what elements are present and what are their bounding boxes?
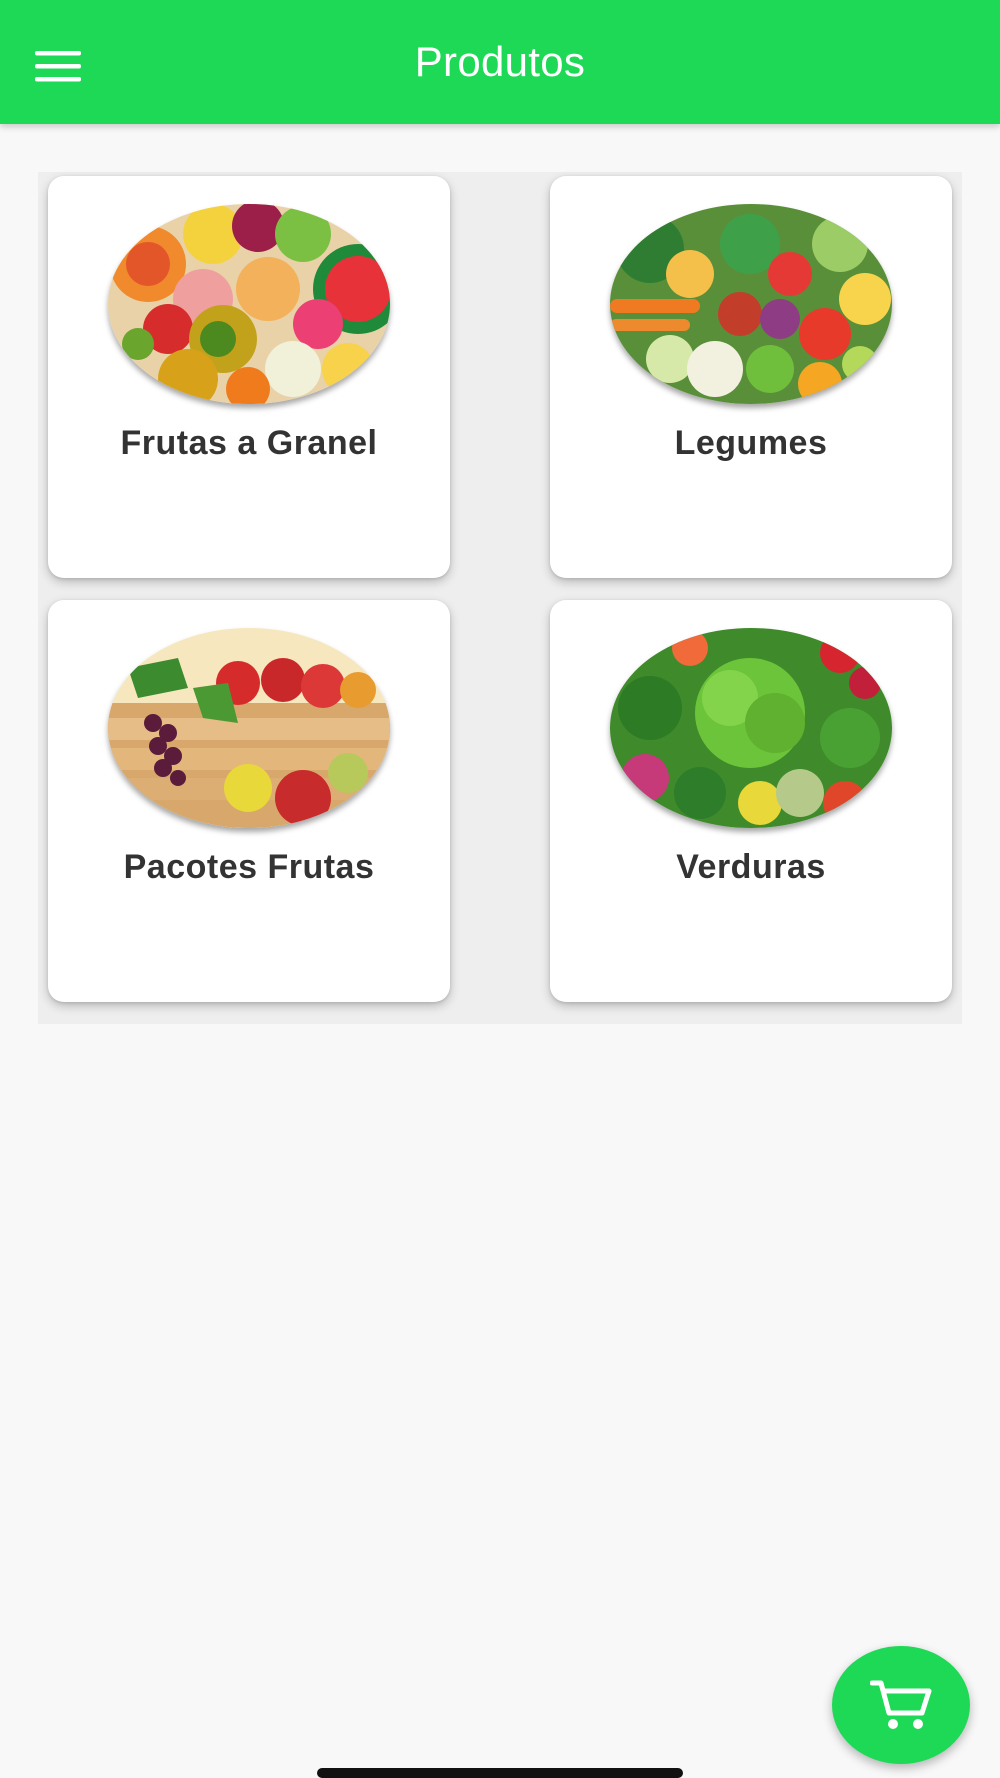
category-card-legumes[interactable]: Legumes <box>550 176 952 578</box>
app-bar: Produtos <box>0 0 1000 124</box>
category-grid: Frutas a Granel Legumes Pacotes Frutas V… <box>38 172 962 1024</box>
shopping-cart-icon <box>870 1680 932 1729</box>
assorted-vegetables-photo <box>610 204 892 404</box>
assorted-fruits-photo <box>108 204 390 404</box>
cart-button[interactable] <box>832 1646 970 1764</box>
category-card-frutas-a-granel[interactable]: Frutas a Granel <box>48 176 450 578</box>
category-label: Frutas a Granel <box>120 424 378 462</box>
category-label: Verduras <box>676 848 826 886</box>
leafy-greens-photo <box>610 628 892 828</box>
page-title: Produtos <box>414 38 586 85</box>
category-card-verduras[interactable]: Verduras <box>550 600 952 1002</box>
fruit-crate-photo <box>108 628 390 828</box>
category-card-pacotes-frutas[interactable]: Pacotes Frutas <box>48 600 450 1002</box>
category-label: Legumes <box>674 424 828 462</box>
category-label: Pacotes Frutas <box>123 848 375 886</box>
app-screen: Produtos Frutas a Granel Legumes Pacotes… <box>0 0 1000 1778</box>
home-indicator[interactable] <box>317 1768 683 1778</box>
